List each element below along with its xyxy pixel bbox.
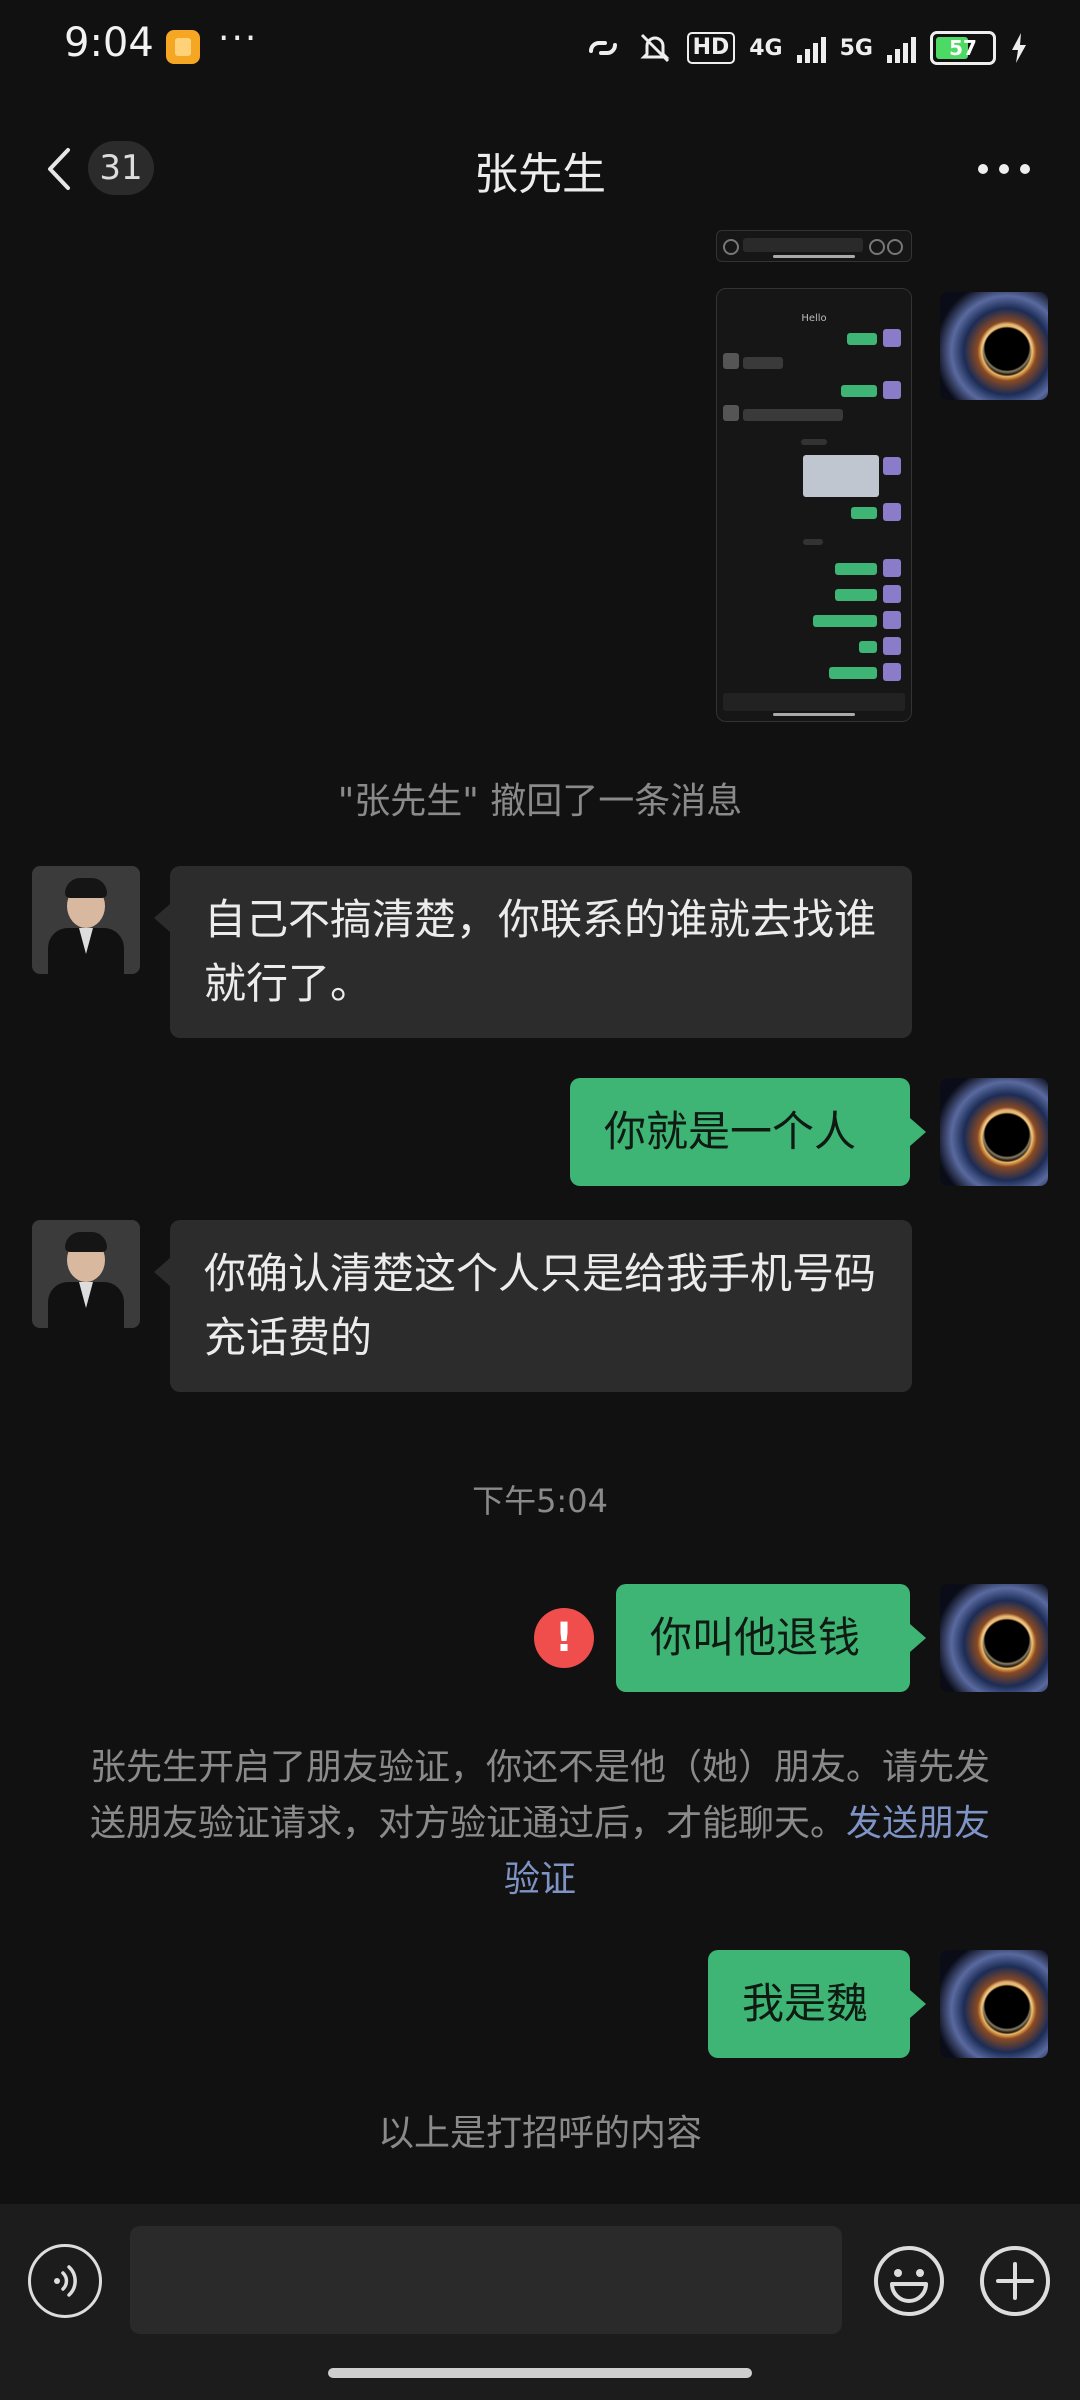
message-bubble-incoming[interactable]: 自己不搞清楚，你联系的谁就去找谁就行了。: [170, 866, 912, 1038]
status-icons: HD 4G 5G 57: [583, 26, 1028, 70]
message-bubble-outgoing-failed[interactable]: 你叫他退钱: [616, 1584, 910, 1692]
send-failed-icon[interactable]: !: [534, 1608, 594, 1668]
chat-title: 张先生: [474, 149, 606, 200]
more-notifications-icon: ···: [218, 18, 259, 59]
image-message-screenshot[interactable]: Hello: [716, 288, 912, 722]
more-functions-plus-icon[interactable]: [978, 2244, 1052, 2318]
message-bubble-incoming[interactable]: 你确认清楚这个人只是给我手机号码充话费的: [170, 1220, 912, 1392]
bubble-tail: [154, 904, 170, 932]
signal-icon-2: [887, 33, 916, 63]
charging-icon: [1012, 33, 1026, 63]
recalled-message-notice: "张先生" 撤回了一条消息: [337, 781, 743, 822]
image-message-partial[interactable]: [716, 230, 912, 262]
status-bar: 9:04 ··· HD 4G 5G 57: [0, 0, 1080, 96]
my-avatar[interactable]: [940, 1078, 1048, 1186]
battery-icon: 57: [930, 31, 996, 65]
battery-level: 57: [949, 36, 977, 60]
time-divider: 下午5:04: [472, 1482, 608, 1520]
my-avatar[interactable]: [940, 1584, 1048, 1692]
bubble-tail: [910, 1118, 926, 1146]
voice-icon: [54, 2265, 77, 2297]
status-time: 9:04: [64, 20, 154, 66]
message-bubble-outgoing[interactable]: 你就是一个人: [570, 1078, 910, 1186]
thumb-title: Hello: [801, 313, 827, 324]
mute-bell-icon: [639, 33, 670, 63]
home-indicator[interactable]: [328, 2368, 752, 2378]
message-input[interactable]: [130, 2226, 842, 2334]
contact-avatar[interactable]: [32, 1220, 140, 1328]
contact-avatar[interactable]: [32, 866, 140, 974]
signal-icon-1: [796, 33, 826, 63]
emoji-button-icon[interactable]: [872, 2244, 946, 2318]
hd-voice-icon: HD: [686, 32, 736, 64]
network-5g-label: 5G: [839, 35, 873, 61]
message-bubble-outgoing[interactable]: 我是魏: [708, 1950, 910, 2058]
bubble-tail: [910, 1624, 926, 1652]
voice-input-button[interactable]: [28, 2244, 102, 2318]
hotspot-link-icon: [588, 41, 617, 55]
more-options-icon[interactable]: [976, 162, 1032, 176]
bubble-tail: [910, 1990, 926, 2018]
bubble-tail: [154, 1258, 170, 1286]
my-avatar[interactable]: [940, 1950, 1048, 2058]
notes-app-icon: [166, 30, 200, 64]
my-avatar[interactable]: [940, 292, 1048, 400]
friend-verification-notice: 张先生开启了朋友验证，你还不是他（她）朋友。请先发送朋友验证请求，对方验证通过后…: [80, 1740, 1000, 1908]
greeting-content-note: 以上是打招呼的内容: [377, 2113, 702, 2154]
network-4g-label: 4G: [749, 35, 783, 61]
